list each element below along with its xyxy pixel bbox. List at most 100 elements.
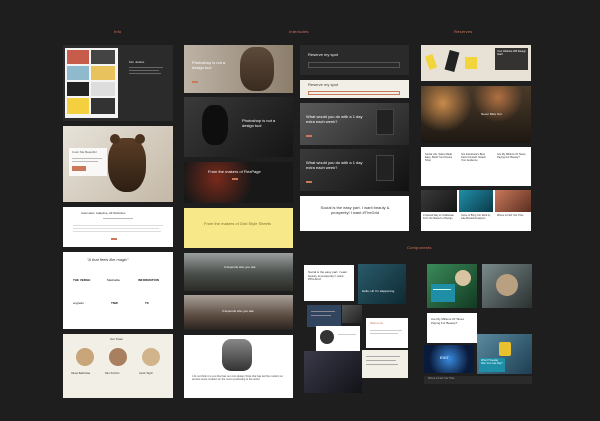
component-photo-4[interactable] [482,264,532,308]
reserve-photo-2-text: Never Miss Out [481,112,502,116]
team-member-name: Hasan Bakhshaa [71,372,91,375]
reserve-card-3[interactable]: What would you do with a 1 day extra eac… [300,103,409,145]
component-photo-3[interactable] [427,264,477,308]
adaptive-button[interactable] [111,238,117,240]
interlude-3-text: From the makers of FlexPage [208,169,261,174]
info-card-team[interactable]: Our Team Hasan Bakhshaa Dan Tocchini Jac… [63,334,173,398]
component-3-text: Welcome! [370,321,384,325]
interlude-6-text: It depends who you ask [222,309,254,313]
info-card-profile[interactable]: Kim Justice [63,45,173,121]
logo-tnw: TNW [111,301,118,305]
component-millions-card[interactable]: Are My Millions Of Taxes Paying For Beau… [427,313,477,343]
reserve-2-input[interactable] [308,91,400,95]
reserve-photo-1-overlay: Your Website Will Design Itself [495,48,528,70]
component-2-text: Hello, Hi! I'm Happening [362,289,395,293]
component-welcome-card[interactable]: Welcome! [366,318,408,348]
team-member-name: Jacob Taylor [139,372,153,375]
info-card-press[interactable]: "A that feels like magic" THE VERGE Mash… [63,252,173,329]
interlude-2-text: Photoshop is not a design tool [242,118,276,128]
component-6-text: EXIT [440,355,449,360]
team-member-name: Dan Tocchini [105,372,120,375]
interlude-7-text: I do not think it is you that has our ow… [192,375,283,382]
reserve-3-button[interactable] [306,135,312,137]
profile-name: Kim Justice [129,60,145,64]
reserve-photo-2[interactable]: Never Miss Out [421,86,531,143]
team-title: Our Team [110,337,124,341]
feature-3-text: Are My Millions Of Taxes Paying For Beau… [497,153,526,160]
component-thumb[interactable] [342,305,362,323]
component-teal-label: What If Tuesday Was Your Last Day? [479,358,505,372]
reserve-3-text: What would you do with a 1 day extra eac… [306,114,363,124]
feature-5-text: Come to Bring You Work by Like-Minded De… [461,214,491,220]
bear-caption: Color Me Beautiful [72,150,97,154]
avatar [76,348,94,366]
reserve-feature-row[interactable]: Social Life. Sales Made Easy. Build Your… [421,147,531,186]
component-footer-bar: Where to Find Your Tribe [424,376,532,384]
component-list-card[interactable] [362,350,408,378]
reserve-2-text: Reserve my spot [308,82,339,87]
logo-tc: TC [145,301,149,305]
lock-icon [499,342,511,356]
portrait-photo [222,339,252,371]
logo-mashable: Mashable [107,278,121,282]
interlude-city[interactable]: It depends who you ask [184,295,293,330]
interlude-gss[interactable]: From the makers of Grid Style Sheets [184,208,293,248]
press-quote: "A that feels like magic" [87,257,129,262]
bear-photo [108,138,146,192]
reserve-5-text: Social is the easy part. I want beauty &… [320,205,390,215]
reserve-card-5[interactable]: Social is the easy part. I want beauty &… [300,196,409,231]
interlude-landscape-1[interactable]: It depends who you ask [184,253,293,291]
feature-6-text: Where to Find Your Tribe [497,214,524,217]
component-7-text: Where to Find Your Tribe [428,377,455,380]
interlude-1-button[interactable] [192,81,198,83]
feature-2-text: Got Facebook's Best Face Forward. Reach … [461,153,486,163]
section-label-interludes: Interludes [289,29,309,34]
phone-mockup [376,155,394,181]
interlude-photoshop-1[interactable]: Photoshop is not a design tool [184,45,293,93]
reserve-1-text: Reserve my spot [308,52,339,57]
bear-caption-box: Color Me Beautiful [69,148,107,176]
screenshot-grid [65,48,118,118]
interlude-flexpage[interactable]: From the makers of FlexPage [184,162,293,203]
component-teal-overlay [431,284,455,302]
logo-information: INFORMATION [138,278,159,282]
avatar [142,348,160,366]
interlude-quote[interactable]: I do not think it is you that has our ow… [184,335,293,398]
interlude-photoshop-2[interactable]: Photoshop is not a design tool [184,97,293,157]
info-card-adaptive[interactable]: Automatic, Adaptive, All Websites [63,207,173,247]
component-social-card[interactable]: Social is the easy part. I want beauty &… [304,265,354,301]
avatar [109,348,127,366]
reserve-1-input[interactable] [308,62,400,68]
interlude-1-text: Photoshop is not a design tool [192,60,226,70]
reserve-card-4[interactable]: What would you do with a 1 day extra eac… [300,149,409,191]
section-label-reserves: Reserves [454,29,473,34]
info-card-bear[interactable]: Color Me Beautiful [63,126,173,202]
interlude-3-button[interactable] [232,178,238,180]
component-bird-card[interactable] [316,326,360,352]
phone-mockup [376,109,394,135]
reserve-card-1[interactable]: Reserve my spot [300,45,409,75]
man-photo [240,47,274,91]
bear-cta-button[interactable] [72,166,86,171]
component-lock-photo[interactable]: What If Tuesday Was Your Last Day? [477,334,532,374]
reserve-feature-row-2[interactable]: A Special Way to Collaborate From the Ma… [421,190,531,231]
reserve-4-button[interactable] [306,181,312,183]
reserve-4-text: What would you do with a 1 day extra eac… [306,160,363,170]
logo-engedu: eng/edu [73,301,84,305]
component-photo-2[interactable] [304,351,362,393]
interlude-5-text: It depends who you ask [224,265,256,269]
component-dark-card[interactable] [307,305,341,327]
feature-1-text: Social Life. Sales Made Easy. Build Your… [425,153,453,163]
reserve-photo-1[interactable]: Your Website Will Design Itself [421,45,531,81]
logo-verge: THE VERGE [73,278,91,282]
interlude-4-text: From the makers of Grid Style Sheets [204,221,271,226]
adaptive-title: Automatic, Adaptive, All Websites [81,211,126,215]
hooded-figure [202,105,228,145]
component-5-text: What If Tuesday Was Your Last Day? [481,359,503,365]
component-photo-1[interactable]: Hello, Hi! I'm Happening [358,264,406,304]
component-4-text: Are My Millions Of Taxes Paying For Beau… [431,317,464,325]
reserve-card-2[interactable]: Reserve my spot [300,80,409,98]
feature-4-text: A Special Way to Collaborate From the Ma… [423,214,454,220]
component-1-text: Social is the easy part. I want beauty &… [308,270,348,282]
component-exit-photo[interactable]: EXIT [424,345,474,373]
